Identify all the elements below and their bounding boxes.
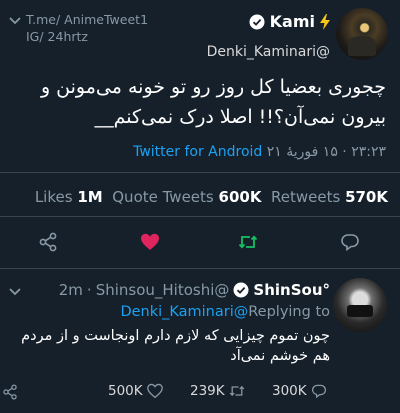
reply-dot: · bbox=[86, 281, 92, 299]
reply-reply-count: 300K bbox=[272, 383, 307, 399]
reply-time: 2m bbox=[58, 281, 83, 299]
reply-like-count: 500K bbox=[108, 383, 143, 399]
author-handle[interactable]: Denki_Kaminari@ bbox=[207, 44, 330, 60]
reply-avatar[interactable] bbox=[333, 278, 387, 332]
replying-to-label: Replying to bbox=[248, 304, 330, 320]
reply-icon[interactable] bbox=[340, 232, 360, 252]
heart-icon[interactable] bbox=[140, 232, 160, 252]
replying-to-handle[interactable]: Denki_Kaminari@ bbox=[120, 304, 248, 320]
share-icon[interactable] bbox=[38, 232, 58, 252]
reply-text: چون تموم چیزایی که لازم دارم اونجاست و ا… bbox=[21, 328, 330, 364]
watermark-line-1: T.me/ AnimeTweet1 bbox=[26, 12, 149, 27]
retweets-stat[interactable]: Retweets 570K bbox=[271, 188, 388, 206]
tweet-source[interactable]: Twitter for Android bbox=[133, 144, 262, 160]
tweet-timestamp[interactable]: ۲۳:۲۳ · ۱۵ فوریهٔ ۲۱ bbox=[267, 144, 386, 160]
watermark-line-2: IG/ 24hrtz bbox=[26, 29, 88, 44]
reply-display-name[interactable]: ShinSou° bbox=[253, 281, 330, 299]
tweet-text: چجوری بعضیا کل روز رو تو خونه می‌مونن و … bbox=[40, 76, 386, 128]
watermark: T.me/ AnimeTweet1 IG/ 24hrtz bbox=[26, 11, 148, 45]
reply-header: 2m · Shinsou_Hitoshi@ ShinSou° bbox=[59, 281, 330, 299]
reply-retweet-action[interactable]: 239K bbox=[190, 383, 245, 399]
lightning-icon bbox=[320, 13, 330, 30]
tweet-stats: Likes 1M Quote Tweets 600K Retweets 570K bbox=[35, 188, 388, 206]
reply-icon bbox=[311, 384, 326, 399]
likes-label: Likes bbox=[34, 188, 73, 206]
reply-reply-action[interactable]: 300K bbox=[272, 383, 327, 399]
reply-handle[interactable]: Shinsou_Hitoshi@ bbox=[96, 281, 230, 299]
chevron-down-icon[interactable] bbox=[8, 14, 22, 28]
divider bbox=[0, 172, 400, 173]
likes-stat[interactable]: Likes 1M bbox=[35, 188, 103, 206]
tweet-meta: Twitter for Android ۲۳:۲۳ · ۱۵ فوریهٔ ۲۱ bbox=[0, 144, 386, 160]
share-icon[interactable] bbox=[2, 384, 18, 400]
verified-icon bbox=[233, 282, 249, 298]
divider bbox=[0, 268, 400, 269]
author-display-name[interactable]: Kami bbox=[270, 12, 315, 31]
author-name-row: Kami bbox=[249, 12, 330, 31]
reply-retweet-count: 239K bbox=[190, 383, 225, 399]
reply-like-action[interactable]: 500K bbox=[108, 383, 163, 399]
chevron-down-icon[interactable] bbox=[8, 285, 22, 299]
author-avatar[interactable] bbox=[336, 8, 388, 60]
heart-icon bbox=[146, 383, 163, 399]
divider bbox=[0, 216, 400, 217]
replying-to: Denki_Kaminari@Replying to bbox=[120, 304, 330, 320]
quotes-label: Quote Tweets bbox=[112, 188, 214, 206]
retweets-label: Retweets bbox=[271, 188, 341, 206]
retweet-icon[interactable] bbox=[238, 232, 258, 252]
quotes-stat[interactable]: Quote Tweets 600K bbox=[112, 188, 261, 206]
retweet-icon bbox=[229, 385, 244, 397]
quotes-count: 600K bbox=[218, 188, 262, 206]
retweets-count: 570K bbox=[345, 188, 388, 206]
likes-count: 1M bbox=[77, 188, 103, 206]
verified-icon bbox=[249, 14, 265, 29]
